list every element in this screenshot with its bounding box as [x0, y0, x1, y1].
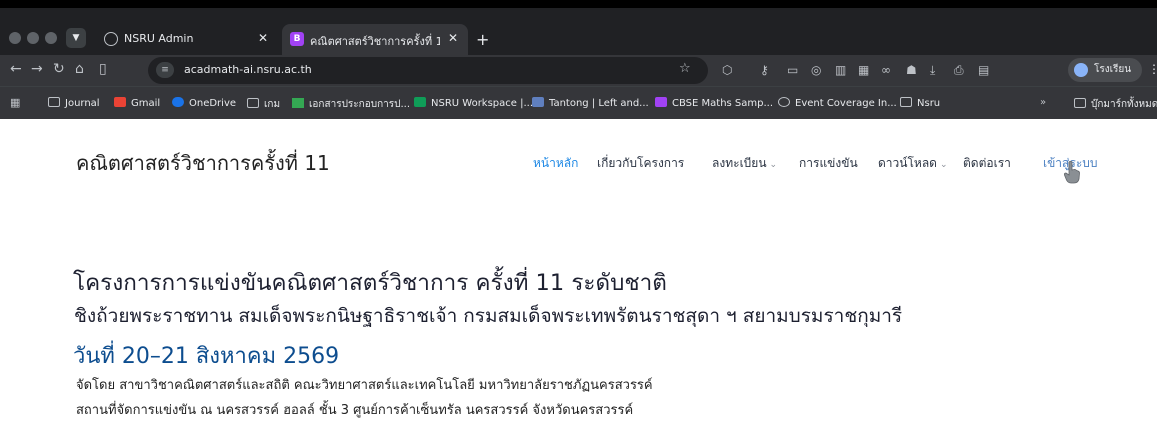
- password-key-icon[interactable]: ⚷: [760, 63, 769, 77]
- web-page: คณิตศาสตร์วิชาการครั้งที่ 11 หน้าหลัก เก…: [0, 119, 1157, 426]
- bookmark-event-coverage[interactable]: Event Coverage In...: [778, 97, 897, 109]
- bookmark-label: เกม: [264, 99, 281, 110]
- bookmark-gmail[interactable]: Gmail: [114, 97, 160, 109]
- bookmark-label: NSRU Workspace |...: [431, 98, 534, 109]
- apps-grid-icon[interactable]: ▦: [858, 63, 869, 77]
- new-tab-plus-icon[interactable]: +: [476, 30, 489, 49]
- tab-title: คณิตศาสตร์วิชาการครั้งที่ 11 - ระ: [310, 35, 440, 48]
- onedrive-icon: [172, 97, 184, 107]
- profile-button[interactable]: โรงเรียน: [1068, 58, 1142, 82]
- avatar-icon: [1074, 63, 1088, 77]
- chevron-down-icon: ⌄: [939, 160, 948, 170]
- card-icon[interactable]: ▭: [787, 63, 798, 77]
- bookmark-tantong[interactable]: Tantong | Left and...: [532, 97, 649, 109]
- bookmark-cbse[interactable]: CBSE Maths Samp...: [655, 97, 773, 109]
- print-icon[interactable]: ⎙: [954, 63, 964, 78]
- bookmark-label: Tantong | Left and...: [549, 98, 649, 109]
- folder-icon: [48, 97, 60, 107]
- workspace-icon: [414, 97, 426, 107]
- bookmark-nsru-workspace[interactable]: NSRU Workspace |...: [414, 97, 533, 109]
- split-view-icon[interactable]: ▯: [99, 61, 107, 77]
- folder-icon: [900, 97, 912, 107]
- window-maximize-dot[interactable]: [45, 32, 57, 44]
- browser-toolbar: ← → ↻ ⌂ ▯ ≡ acadmath-ai.nsru.ac.th ☆ ⬡ ⚷…: [0, 55, 1157, 86]
- bookmark-label: Journal: [65, 98, 100, 109]
- site-title[interactable]: คณิตศาสตร์วิชาการครั้งที่ 11: [76, 147, 330, 179]
- bookmarks-overflow-icon[interactable]: »: [1040, 97, 1046, 108]
- nav-register[interactable]: ลงทะเบียน ⌄: [712, 154, 777, 173]
- site-info-icon[interactable]: ≡: [156, 62, 174, 78]
- nav-home[interactable]: หน้าหลัก: [533, 154, 578, 173]
- hero-date: วันที่ 20–21 สิงหาคม 2569: [73, 344, 340, 369]
- extension-puzzle-icon[interactable]: ⬡: [722, 63, 732, 77]
- gmail-icon: [114, 97, 126, 107]
- globe-icon: [778, 97, 790, 107]
- home-icon[interactable]: ⌂: [75, 61, 84, 77]
- download-icon[interactable]: ⤓: [930, 63, 935, 78]
- chevron-down-icon: ⌄: [769, 160, 778, 170]
- globe-icon: [104, 32, 118, 46]
- translate-icon[interactable]: ▤: [978, 63, 989, 77]
- bookmark-label: Event Coverage In...: [795, 98, 897, 109]
- address-bar[interactable]: ≡ acadmath-ai.nsru.ac.th ☆: [148, 57, 708, 84]
- folder-icon: [247, 98, 259, 108]
- url-text[interactable]: acadmath-ai.nsru.ac.th: [184, 63, 312, 76]
- bookmark-label: OneDrive: [189, 98, 237, 109]
- close-icon[interactable]: ✕: [448, 31, 458, 45]
- cbse-icon: [655, 97, 667, 107]
- nav-download[interactable]: ดาวน์โหลด ⌄: [878, 154, 948, 173]
- location-pin-icon[interactable]: ◎: [811, 63, 821, 77]
- site-favicon-icon: B: [290, 32, 304, 46]
- window-minimize-dot[interactable]: [27, 32, 39, 44]
- apps-grid-icon[interactable]: ▦: [10, 96, 20, 109]
- nav-register-label: ลงทะเบียน: [712, 156, 767, 170]
- bookmark-star-icon[interactable]: ☆: [679, 61, 691, 76]
- bookmark-label: บุ๊กมาร์กทั้งหมด: [1091, 99, 1157, 110]
- hero-venue: สถานที่จัดการแข่งขัน ณ นครสวรรค์ ฮอลล์ ช…: [76, 403, 634, 418]
- pointer-hand-cursor-icon: [1064, 160, 1080, 184]
- bookmark-nsru[interactable]: Nsru: [900, 97, 940, 109]
- browser-tab-strip: ▼ NSRU Admin ✕ B คณิตศาสตร์วิชาการครั้งท…: [0, 8, 1157, 55]
- hero-heading: โครงการการแข่งขันคณิตศาสตร์วิชาการ ครั้ง…: [73, 270, 667, 296]
- window-close-dot[interactable]: [9, 32, 21, 44]
- bookmark-game[interactable]: เกม: [247, 97, 280, 112]
- trash-icon[interactable]: ▥: [835, 63, 846, 77]
- bookmark-journal[interactable]: Journal: [48, 97, 100, 109]
- bookmark-docs[interactable]: เอกสารประกอบการป...: [292, 97, 410, 112]
- tab-nsru-admin[interactable]: NSRU Admin ✕: [96, 24, 278, 55]
- folder-icon: [1074, 98, 1086, 108]
- bookmark-label: Nsru: [917, 98, 941, 109]
- nav-contact[interactable]: ติดต่อเรา: [963, 154, 1011, 173]
- bookmark-label: เอกสารประกอบการป...: [309, 99, 410, 110]
- close-icon[interactable]: ✕: [258, 31, 268, 45]
- bookmark-all[interactable]: บุ๊กมาร์กทั้งหมด: [1074, 97, 1157, 112]
- reload-icon[interactable]: ↻: [53, 61, 65, 77]
- bookmark-onedrive[interactable]: OneDrive: [172, 97, 236, 109]
- tab-title: NSRU Admin: [124, 32, 194, 45]
- hero-subheading: ชิงถ้วยพระราชทาน สมเด็จพระกนิษฐาธิราชเจ้…: [74, 305, 903, 327]
- forward-arrow-icon[interactable]: →: [31, 61, 43, 77]
- incognito-icon[interactable]: ☗: [906, 63, 917, 77]
- profile-label: โรงเรียน: [1094, 64, 1132, 75]
- back-arrow-icon[interactable]: ←: [10, 61, 22, 77]
- nav-download-label: ดาวน์โหลด: [878, 156, 937, 170]
- hero-organizer: จัดโดย สาขาวิชาคณิตศาสตร์และสถิติ คณะวิท…: [76, 378, 653, 393]
- tab-acadmath[interactable]: B คณิตศาสตร์วิชาการครั้งที่ 11 - ระ ✕: [282, 24, 468, 55]
- bookmarks-bar: ▦ Journal Gmail OneDrive เกม เอกสารประกอ…: [0, 86, 1157, 119]
- more-menu-icon[interactable]: ⋮: [1148, 62, 1157, 76]
- tab-search-chevron-icon[interactable]: ▼: [66, 28, 86, 48]
- bookmark-label: Gmail: [131, 98, 161, 109]
- screen-top-edge: [0, 0, 1157, 8]
- drive-icon: [292, 98, 304, 108]
- nav-competition[interactable]: การแข่งขัน: [799, 154, 858, 173]
- nav-about[interactable]: เกี่ยวกับโครงการ: [597, 154, 684, 173]
- link-icon[interactable]: ∞: [881, 63, 891, 77]
- bookmark-label: CBSE Maths Samp...: [672, 98, 774, 109]
- tantong-icon: [532, 97, 544, 107]
